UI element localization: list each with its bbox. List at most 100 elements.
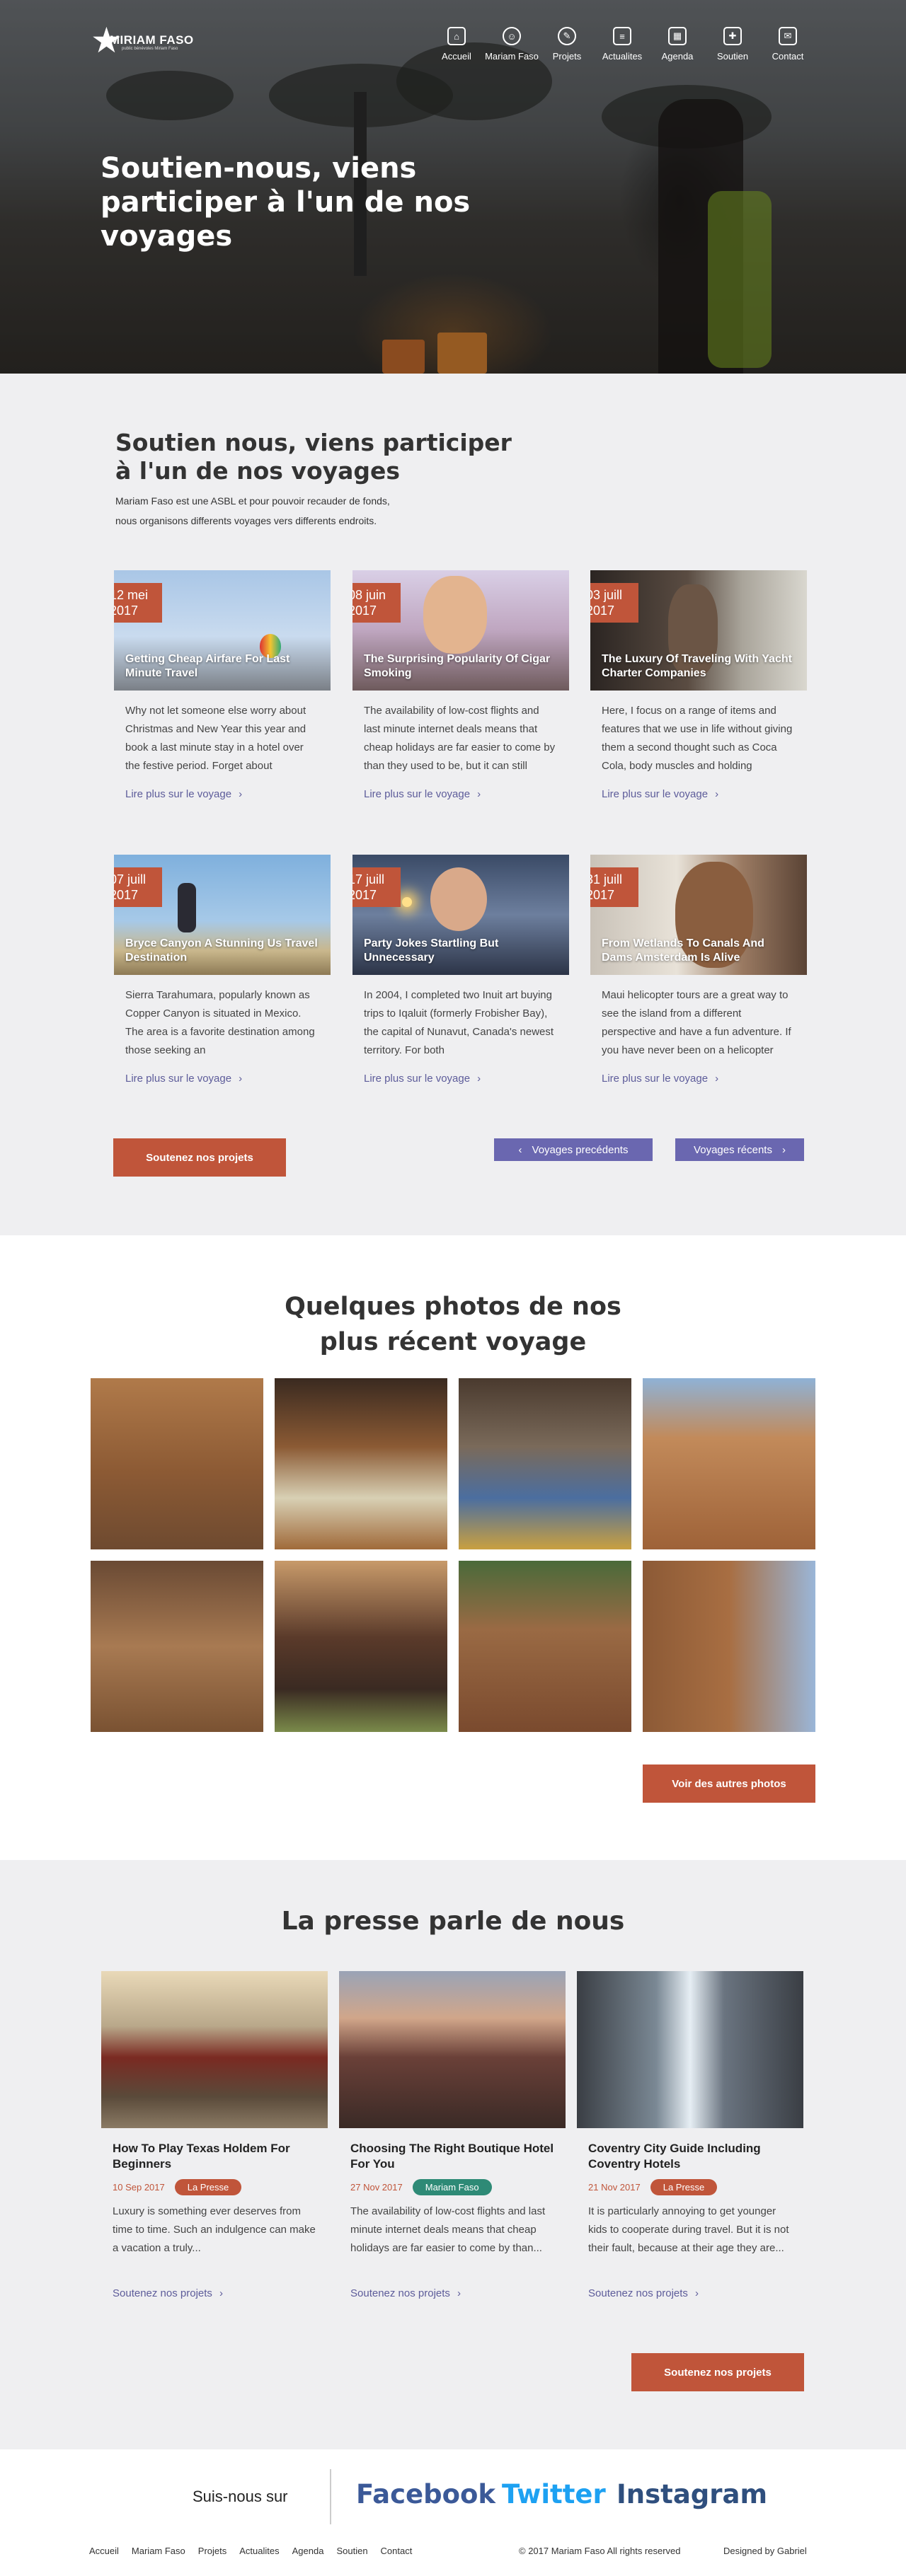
section-title: La presse parle de nous xyxy=(281,1907,625,1936)
gallery-photo[interactable] xyxy=(275,1561,447,1732)
gallery-photo[interactable] xyxy=(643,1561,815,1732)
press-excerpt: The availability of low-cost flights and… xyxy=(350,2205,546,2254)
more-photos-button[interactable]: Voir des autres photos xyxy=(643,1764,815,1803)
trip-card[interactable]: 03 juill 2017 The Luxury Of Traveling Wi… xyxy=(590,570,807,800)
recent-trips-label: Voyages récents xyxy=(694,1143,772,1156)
read-more-link[interactable]: Lire plus sur le voyage › xyxy=(125,1073,319,1085)
trip-card[interactable]: 31 juill 2017 From Wetlands To Canals An… xyxy=(590,855,807,1085)
read-more-label: Lire plus sur le voyage xyxy=(602,1073,709,1085)
nav-label: Mariam Faso xyxy=(485,51,539,62)
nav-accueil[interactable]: ⌂ Accueil xyxy=(429,27,484,62)
press-title: Choosing The Right Boutique Hotel For Yo… xyxy=(350,2142,554,2171)
press-title: Coventry City Guide Including Coventry H… xyxy=(588,2142,761,2171)
trip-card[interactable]: 12 mei 2017 Getting Cheap Airfare For La… xyxy=(114,570,331,800)
trip-title: Party Jokes Startling But Unnecessary xyxy=(364,937,499,964)
nav-agenda[interactable]: ▦ Agenda xyxy=(650,27,705,62)
trip-image: 07 juill 2017 Bryce Canyon A Stunning Us… xyxy=(114,855,331,975)
read-more-label: Lire plus sur le voyage xyxy=(125,788,232,800)
press-read-more[interactable]: Soutenez nos projets › xyxy=(350,2287,554,2299)
trip-date: 07 juill 2017 xyxy=(114,867,162,907)
press-card[interactable]: How To Play Texas Holdem For Beginners 1… xyxy=(101,1971,328,2299)
trip-card[interactable]: 08 juin 2017 The Surprising Popularity O… xyxy=(352,570,569,800)
press-date: 21 Nov 2017 xyxy=(588,2182,641,2193)
trip-title: From Wetlands To Canals And Dams Amsterd… xyxy=(602,937,764,964)
nav-label: Projets xyxy=(552,51,582,62)
trip-excerpt: Sierra Tarahumara, popularly known as Co… xyxy=(125,989,315,1056)
footer-link[interactable]: Contact xyxy=(381,2546,413,2556)
previous-trips-button[interactable]: ‹ Voyages precédents xyxy=(494,1138,653,1161)
press-date: 27 Nov 2017 xyxy=(350,2182,403,2193)
press-title: How To Play Texas Holdem For Beginners xyxy=(113,2142,290,2171)
site-footer: Suis-nous sur Facebook Twitter Instagram… xyxy=(0,2449,906,2576)
trip-excerpt: Here, I focus on a range of items and fe… xyxy=(602,705,793,772)
press-meta: 21 Nov 2017 La Presse xyxy=(588,2179,792,2195)
gallery-photo[interactable] xyxy=(459,1561,631,1732)
trip-title: The Luxury Of Traveling With Yacht Chart… xyxy=(602,653,792,679)
read-more-link[interactable]: Lire plus sur le voyage › xyxy=(602,1073,796,1085)
support-projects-button[interactable]: Soutenez nos projets xyxy=(113,1138,286,1177)
recent-trips-button[interactable]: Voyages récents › xyxy=(675,1138,804,1161)
trip-image: 08 juin 2017 The Surprising Popularity O… xyxy=(352,570,569,691)
nav-soutien[interactable]: ✚ Soutien xyxy=(705,27,760,62)
nav-contact[interactable]: ✉ Contact xyxy=(760,27,815,62)
chevron-right-icon: › xyxy=(694,2287,699,2299)
footer-link[interactable]: Agenda xyxy=(292,2546,324,2556)
press-card[interactable]: Coventry City Guide Including Coventry H… xyxy=(577,1971,803,2299)
press-card[interactable]: Choosing The Right Boutique Hotel For Yo… xyxy=(339,1971,566,2299)
support-projects-button[interactable]: Soutenez nos projets xyxy=(631,2353,804,2391)
chevron-right-icon: › xyxy=(239,1073,243,1085)
read-more-link[interactable]: Lire plus sur le voyage › xyxy=(364,788,558,800)
trip-title: The Surprising Popularity Of Cigar Smoki… xyxy=(364,653,551,679)
gallery-photo[interactable] xyxy=(91,1561,263,1732)
read-more-link[interactable]: Lire plus sur le voyage › xyxy=(602,788,796,800)
nav-actualites[interactable]: ≡ Actualites xyxy=(595,27,650,62)
footer-link[interactable]: Mariam Faso xyxy=(132,2546,185,2556)
copyright: © 2017 Mariam Faso All rights reserved xyxy=(519,2546,681,2556)
trip-date: 12 mei 2017 xyxy=(114,583,162,623)
nav-label: Agenda xyxy=(661,51,694,62)
footer-link[interactable]: Projets xyxy=(198,2546,226,2556)
main-nav: ⌂ Accueil ☺ Mariam Faso ✎ Projets ≡ Actu… xyxy=(429,27,815,62)
trip-date: 03 juill 2017 xyxy=(590,583,638,623)
previous-trips-label: Voyages precédents xyxy=(532,1143,629,1156)
trip-excerpt: The availability of low-cost flights and… xyxy=(364,705,556,772)
trip-title: Bryce Canyon A Stunning Us Travel Destin… xyxy=(125,937,318,964)
gallery-photo[interactable] xyxy=(643,1378,815,1549)
gallery-photo[interactable] xyxy=(275,1378,447,1549)
instagram-link[interactable]: Instagram xyxy=(617,2479,767,2509)
chevron-right-icon: › xyxy=(715,1073,719,1085)
read-more-label: Lire plus sur le voyage xyxy=(364,1073,471,1085)
nav-mariam-faso[interactable]: ☺ Mariam Faso xyxy=(484,27,539,62)
footer-nav: Accueil Mariam Faso Projets Actualites A… xyxy=(89,2546,412,2556)
read-more-link[interactable]: Lire plus sur le voyage › xyxy=(364,1073,558,1085)
site-logo[interactable]: ★ MIRIAM FASO public bénévoles Miriam Fa… xyxy=(91,23,194,58)
divider xyxy=(330,2469,331,2524)
gallery-photo[interactable] xyxy=(91,1378,263,1549)
read-more-label: Soutenez nos projets xyxy=(350,2287,450,2299)
trip-card[interactable]: 07 juill 2017 Bryce Canyon A Stunning Us… xyxy=(114,855,331,1085)
press-date: 10 Sep 2017 xyxy=(113,2182,165,2193)
press-badge[interactable]: Mariam Faso xyxy=(412,2179,492,2195)
chevron-right-icon: › xyxy=(477,788,481,800)
section-title: Quelques photos de nos plus récent voyag… xyxy=(285,1293,621,1356)
press-read-more[interactable]: Soutenez nos projets › xyxy=(588,2287,792,2299)
footer-link[interactable]: Soutien xyxy=(336,2546,367,2556)
press-badge[interactable]: La Presse xyxy=(650,2179,718,2195)
footer-link[interactable]: Accueil xyxy=(89,2546,119,2556)
trip-date: 17 juill 2017 xyxy=(352,867,401,907)
brand-name: MIRIAM FASO xyxy=(109,33,194,47)
chevron-right-icon: › xyxy=(477,1073,481,1085)
chevron-left-icon: ‹ xyxy=(518,1143,522,1156)
footer-link[interactable]: Actualites xyxy=(239,2546,279,2556)
chevron-right-icon: › xyxy=(219,2287,223,2299)
read-more-link[interactable]: Lire plus sur le voyage › xyxy=(125,788,319,800)
document-icon: ≡ xyxy=(613,27,631,45)
trip-card[interactable]: 17 juill 2017 Party Jokes Startling But … xyxy=(352,855,569,1085)
nav-label: Actualites xyxy=(602,51,643,62)
nav-projets[interactable]: ✎ Projets xyxy=(539,27,595,62)
press-read-more[interactable]: Soutenez nos projets › xyxy=(113,2287,316,2299)
gallery-photo[interactable] xyxy=(459,1378,631,1549)
twitter-link[interactable]: Twitter xyxy=(502,2479,606,2509)
facebook-link[interactable]: Facebook xyxy=(356,2479,495,2509)
press-badge[interactable]: La Presse xyxy=(174,2179,242,2195)
